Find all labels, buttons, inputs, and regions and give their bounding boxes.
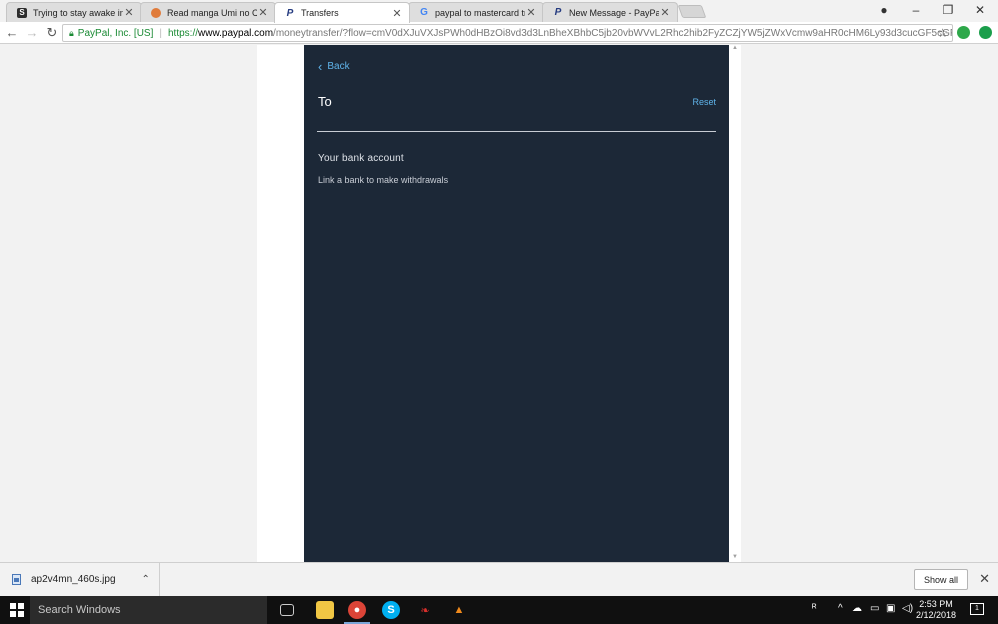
tab-title: Transfers: [301, 8, 339, 18]
task-view-icon[interactable]: [280, 604, 294, 616]
chevron-up-icon[interactable]: ⌃: [142, 574, 150, 585]
url-host: www.paypal.com: [198, 27, 274, 39]
notification-center-icon[interactable]: 1: [970, 603, 984, 615]
tab-5[interactable]: P New Message - PayPal C ✕: [542, 2, 678, 22]
windows-start-icon[interactable]: [10, 603, 24, 617]
tab-4[interactable]: G paypal to mastercard tra ✕: [408, 2, 544, 22]
stackexchange-icon: S: [17, 7, 27, 18]
battery-icon[interactable]: ▭: [870, 603, 879, 614]
volume-icon[interactable]: ◁): [902, 603, 913, 614]
bank-account-title[interactable]: Your bank account: [318, 153, 404, 164]
vlc-icon[interactable]: ▲: [450, 601, 468, 619]
back-arrow-icon[interactable]: ←: [2, 25, 22, 40]
clock-date: 2/12/2018: [915, 610, 956, 620]
taskbar-search[interactable]: Search Windows: [30, 596, 267, 624]
address-bar[interactable]: 🔒︎ PayPal, Inc. [US] | https:// www.payp…: [62, 24, 953, 42]
tab-title: Read manga Umi no Cra: [167, 7, 257, 18]
scroll-down-icon[interactable]: ▼: [732, 554, 738, 560]
chrome-icon[interactable]: ●: [348, 601, 366, 619]
close-icon[interactable]: ✕: [391, 7, 403, 20]
file-explorer-icon[interactable]: [316, 601, 334, 619]
to-heading: To: [318, 94, 332, 109]
close-icon[interactable]: ✕: [257, 6, 269, 19]
reset-link[interactable]: Reset: [692, 97, 716, 107]
tab-3[interactable]: P Transfers ✕: [274, 2, 410, 23]
back-label: Back: [327, 61, 350, 72]
lock-icon: 🔒︎: [69, 27, 74, 38]
scroll-up-icon[interactable]: ▲: [732, 45, 738, 51]
download-bar: ap2v4mn_460s.jpg ⌃ Show all ✕: [0, 562, 998, 596]
tab-2[interactable]: Read manga Umi no Cra ✕: [140, 2, 276, 22]
download-file-name: ap2v4mn_460s.jpg: [31, 574, 116, 585]
ev-certificate-label[interactable]: PayPal, Inc. [US]: [78, 28, 154, 39]
paypal-icon: P: [286, 7, 294, 19]
skype-icon[interactable]: S: [382, 601, 400, 619]
close-icon[interactable]: ✕: [525, 6, 537, 19]
tab-title: New Message - PayPal C: [569, 7, 659, 18]
chevron-up-icon[interactable]: ^: [838, 603, 843, 614]
extension-icon[interactable]: [979, 26, 992, 39]
url-path: /moneytransfer/?flow=cmV0dXJuVXJsPWh0dHB…: [273, 27, 953, 39]
image-file-icon: [12, 574, 21, 585]
tab-1[interactable]: S Trying to stay awake in c ✕: [6, 2, 142, 22]
url-scheme: https://: [168, 27, 199, 39]
paypal-icon: P: [554, 7, 562, 18]
bank-account-subtitle[interactable]: Link a bank to make withdrawals: [318, 175, 448, 185]
tab-title: paypal to mastercard tra: [435, 7, 525, 18]
download-item[interactable]: ap2v4mn_460s.jpg ⌃: [0, 563, 160, 596]
tab-strip: S Trying to stay awake in c ✕ Read manga…: [0, 0, 998, 23]
show-all-button[interactable]: Show all: [914, 569, 968, 590]
taskbar-clock[interactable]: 2:53 PM 2/12/2018: [916, 599, 956, 621]
clock-time: 2:53 PM: [919, 599, 953, 609]
window-close-icon[interactable]: ✕: [970, 3, 990, 17]
chevron-left-icon: ‹: [318, 59, 323, 74]
close-icon[interactable]: ✕: [123, 6, 135, 19]
reload-icon[interactable]: ↻: [42, 25, 62, 41]
onedrive-icon[interactable]: ☁: [852, 603, 862, 614]
google-icon: G: [420, 7, 428, 18]
minimize-icon[interactable]: –: [906, 3, 926, 17]
app-icon[interactable]: ❧: [416, 601, 434, 619]
page-scrollbar[interactable]: ▲ ▼: [729, 45, 741, 562]
profile-icon[interactable]: ●: [874, 3, 894, 17]
network-icon[interactable]: ▣: [886, 603, 895, 614]
new-tab-button[interactable]: [677, 5, 707, 18]
windows-taskbar: Search Windows ● S ❧ ▲ ᴿ ^ ☁ ▭ ▣ ◁) 2:53…: [0, 596, 998, 624]
transfer-panel: ‹ Back To Reset Your bank account Link a…: [304, 45, 730, 562]
browser-toolbar: ← → ↻ 🔒︎ PayPal, Inc. [US] | https:// ww…: [0, 22, 998, 44]
restore-icon[interactable]: ❐: [938, 3, 958, 17]
people-icon[interactable]: ᴿ: [812, 603, 817, 614]
forward-arrow-icon[interactable]: →: [22, 25, 42, 40]
address-separator: |: [159, 27, 162, 39]
page-viewport: ‹ Back To Reset Your bank account Link a…: [0, 45, 998, 562]
close-icon[interactable]: ✕: [979, 571, 990, 587]
extension-icon[interactable]: [957, 26, 970, 39]
tab-title: Trying to stay awake in c: [33, 7, 123, 18]
manga-icon: [151, 7, 161, 18]
recipient-input-underline[interactable]: [317, 131, 716, 132]
close-icon[interactable]: ✕: [659, 6, 671, 19]
back-link[interactable]: ‹ Back: [318, 59, 350, 74]
bookmark-star-icon[interactable]: ☆: [937, 26, 948, 40]
